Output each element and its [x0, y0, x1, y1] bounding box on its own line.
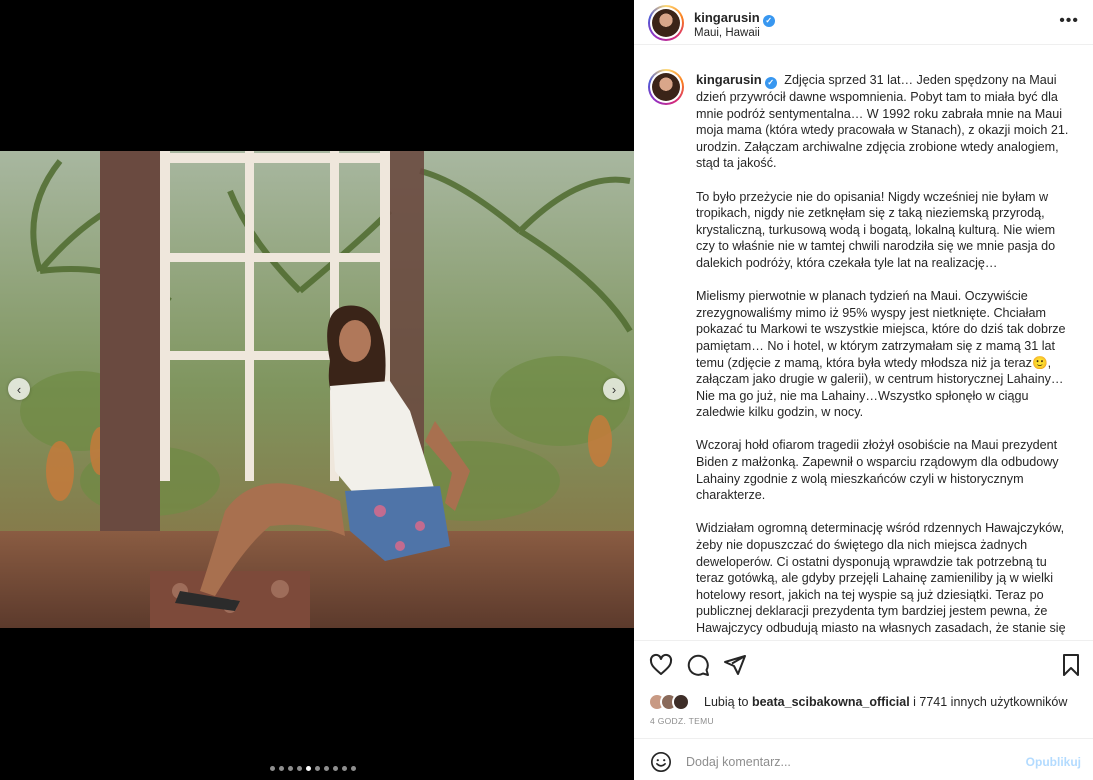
carousel-dot	[288, 766, 293, 771]
post-caption: kingarusin ✓ Zdjęcia sprzed 31 lat… Jeden…	[696, 72, 1074, 638]
likes-prefix: Lubią to	[704, 695, 749, 709]
caption-paragraph: Widziałam ogromną determinację wśród rdz…	[696, 521, 1066, 635]
emoji-icon[interactable]	[650, 751, 672, 773]
caption-paragraph: Mielismy pierwotnie w planach tydzień na…	[696, 289, 1066, 420]
likes-count[interactable]: i 7741 innych użytkowników	[913, 695, 1067, 709]
chevron-right-icon[interactable]: ›	[603, 378, 625, 400]
chevron-left-icon[interactable]: ‹	[8, 378, 30, 400]
post-photo[interactable]	[0, 151, 634, 628]
caption-username-text[interactable]: kingarusin	[696, 72, 762, 87]
caption-paragraph: Wczoraj hołd ofiarom tragedii złożył oso…	[696, 438, 1059, 503]
carousel-indicator	[270, 766, 356, 771]
carousel-dot	[297, 766, 302, 771]
publish-button[interactable]: Opublikuj	[1026, 755, 1081, 769]
header-username[interactable]: kingarusin ✓	[694, 10, 775, 27]
liker-avatars[interactable]	[648, 692, 700, 712]
location-link[interactable]: Maui, Hawaii	[694, 27, 760, 39]
post-media: ‹ ›	[0, 0, 634, 780]
caption-paragraph: kingarusin ✓ Zdjęcia sprzed 31 lat… Jeden…	[696, 72, 1074, 172]
caption-username[interactable]: kingarusin ✓	[696, 72, 777, 89]
carousel-dot	[279, 766, 284, 771]
caption-text: Zdjęcia sprzed 31 lat… Jeden spędzony na…	[696, 73, 1069, 171]
carousel-dot	[270, 766, 275, 771]
carousel-dot	[351, 766, 356, 771]
post-side-panel: kingarusin ✓ Maui, Hawaii ••• kingarusin ✓…	[634, 0, 1093, 780]
liker-avatar[interactable]	[672, 693, 690, 711]
caption-paragraph: To było przeżycie nie do opisania! Nigdy…	[696, 189, 1056, 270]
bookmark-icon[interactable]	[1059, 653, 1083, 677]
avatar[interactable]	[648, 5, 684, 41]
more-options-icon[interactable]: •••	[1059, 12, 1079, 30]
verified-badge-icon: ✓	[764, 77, 777, 89]
post-timestamp[interactable]: 4 GODZ. TEMU	[650, 716, 714, 726]
verified-badge-icon: ✓	[762, 15, 775, 27]
likes-summary: Lubią to beata_scibakowna_official i 774…	[648, 690, 1067, 714]
carousel-dot	[315, 766, 320, 771]
post-actions	[634, 640, 1093, 690]
carousel-dot	[306, 766, 311, 771]
carousel-dot	[342, 766, 347, 771]
username-text[interactable]: kingarusin	[694, 10, 760, 25]
comment-icon[interactable]	[686, 653, 710, 677]
caption-area: kingarusin ✓ Zdjęcia sprzed 31 lat… Jeden…	[634, 60, 1093, 638]
carousel-dot	[324, 766, 329, 771]
post-header: kingarusin ✓ Maui, Hawaii •••	[634, 0, 1093, 45]
comment-input[interactable]	[686, 751, 1006, 773]
share-icon[interactable]	[723, 653, 747, 677]
carousel-dot	[333, 766, 338, 771]
caption-avatar[interactable]	[648, 69, 684, 105]
comment-box: Opublikuj	[634, 738, 1093, 780]
liker-username[interactable]: beata_scibakowna_official	[752, 695, 910, 709]
heart-icon[interactable]	[649, 653, 673, 677]
vintage-photo-illustration	[0, 151, 634, 628]
